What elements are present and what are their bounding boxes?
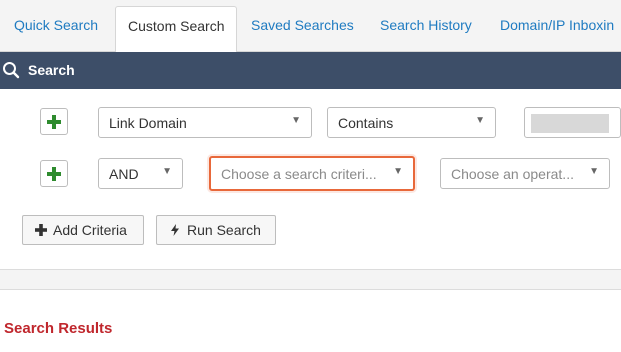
- criteria-operator-value: Contains: [338, 115, 394, 131]
- criteria-operator-select[interactable]: Contains ▼: [327, 107, 496, 138]
- redacted-value: [531, 114, 609, 133]
- search-header-title: Search: [28, 62, 75, 78]
- chevron-down-icon: ▼: [162, 166, 172, 177]
- run-search-label: Run Search: [187, 222, 261, 238]
- search-icon: [3, 62, 20, 79]
- tab-search-history[interactable]: Search History: [380, 17, 472, 33]
- conjunction-select[interactable]: AND ▼: [98, 158, 183, 189]
- search-results-title: Search Results: [4, 320, 113, 337]
- add-row-button[interactable]: [40, 160, 68, 187]
- tab-custom-search[interactable]: Custom Search: [115, 6, 238, 53]
- custom-search-page: Quick Search Custom Search Saved Searche…: [0, 0, 621, 352]
- criteria-operator-placeholder: Choose an operat...: [451, 166, 574, 182]
- tab-domain-ip-inboxing[interactable]: Domain/IP Inboxin: [500, 17, 614, 33]
- criteria-field-placeholder: Choose a search criteri...: [221, 166, 377, 182]
- tab-saved-searches[interactable]: Saved Searches: [251, 17, 354, 33]
- criteria-field-select[interactable]: Choose a search criteri... ▼: [209, 156, 415, 191]
- lightning-bolt-icon: [171, 224, 179, 236]
- run-search-button[interactable]: Run Search: [156, 215, 276, 245]
- chevron-down-icon: ▼: [475, 115, 485, 126]
- conjunction-value: AND: [109, 166, 139, 182]
- tab-quick-search[interactable]: Quick Search: [14, 17, 98, 33]
- criteria-value-input[interactable]: [524, 107, 621, 138]
- search-header-bar: Search: [0, 52, 621, 89]
- criteria-field-select[interactable]: Link Domain ▼: [98, 107, 312, 138]
- add-row-button[interactable]: [40, 108, 68, 135]
- chevron-down-icon: ▼: [393, 166, 403, 177]
- plus-icon: [35, 224, 47, 236]
- plus-icon: [47, 114, 61, 129]
- search-tabs: Quick Search Custom Search Saved Searche…: [0, 0, 621, 53]
- criteria-operator-select[interactable]: Choose an operat... ▼: [440, 158, 610, 189]
- plus-icon: [47, 166, 61, 181]
- criteria-panel: Link Domain ▼ Contains ▼ AND ▼ Choose a …: [0, 89, 621, 270]
- search-results-section: Search Results: [0, 289, 621, 352]
- chevron-down-icon: ▼: [589, 166, 599, 177]
- criteria-field-value: Link Domain: [109, 115, 187, 131]
- add-criteria-button[interactable]: Add Criteria: [22, 215, 144, 245]
- add-criteria-label: Add Criteria: [53, 222, 127, 238]
- chevron-down-icon: ▼: [291, 115, 301, 126]
